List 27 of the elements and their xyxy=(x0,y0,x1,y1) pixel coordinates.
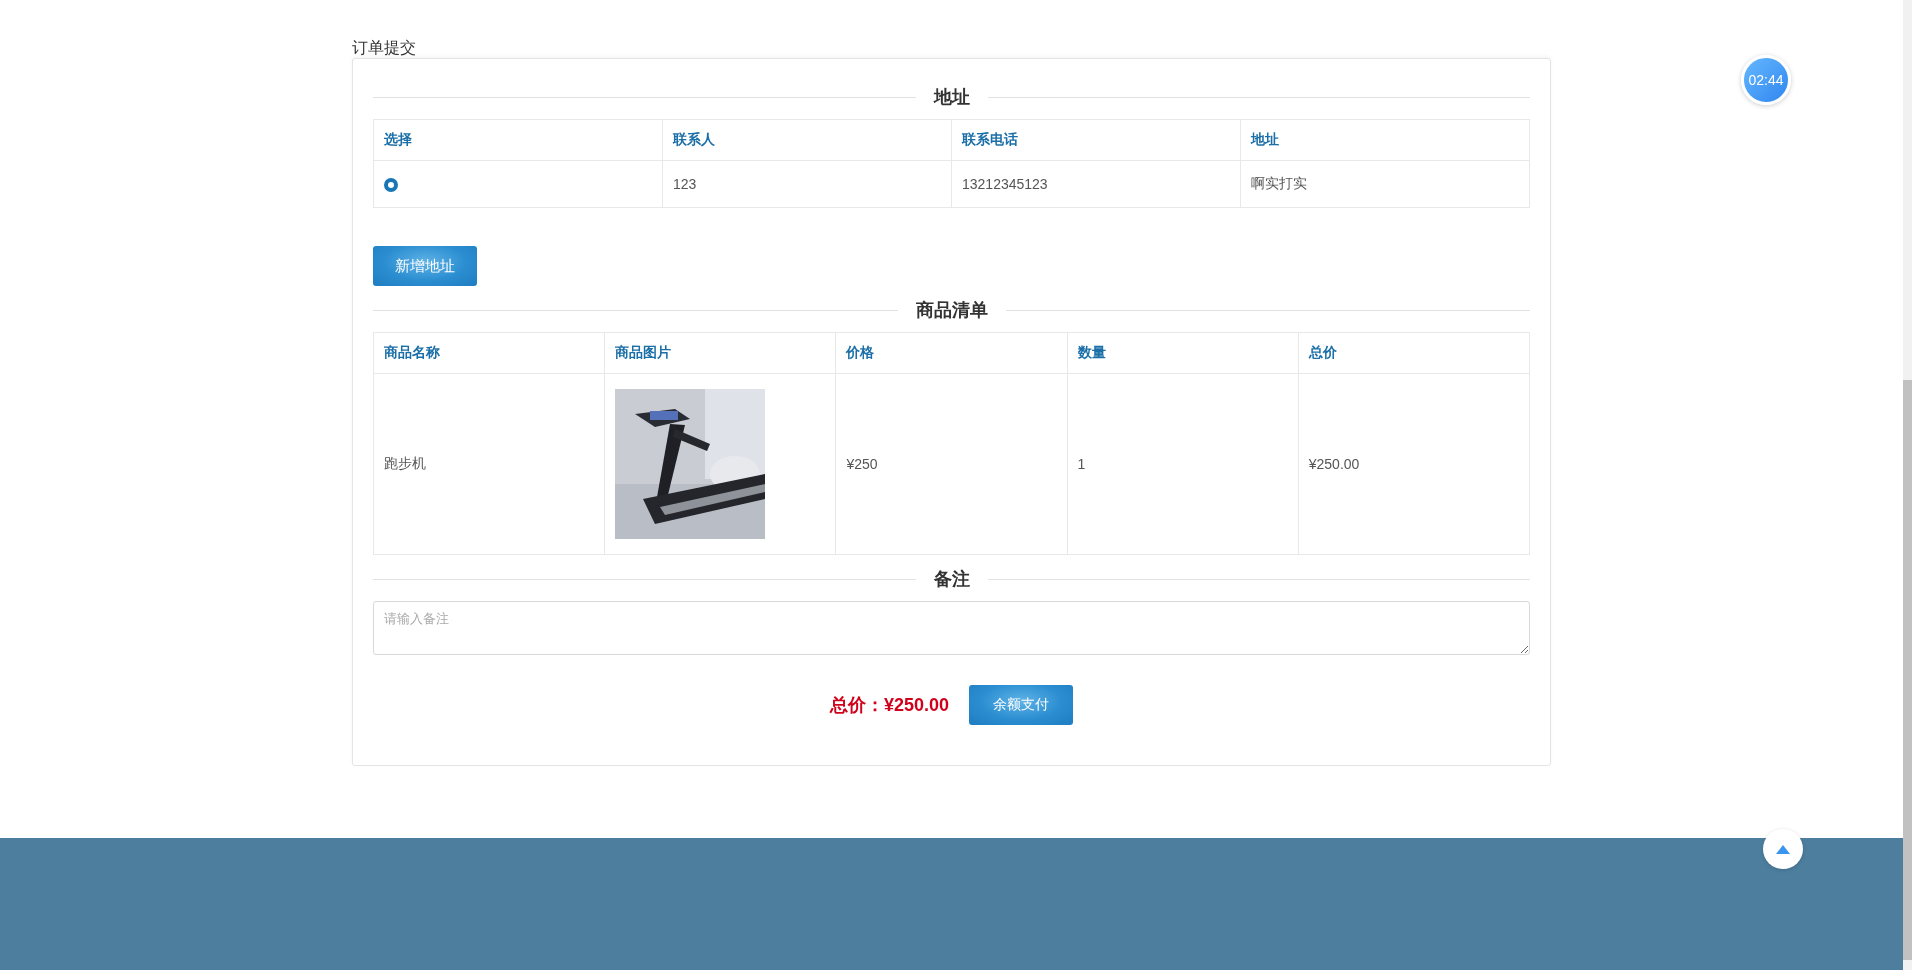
section-heading: 地址 xyxy=(933,86,970,109)
table-cell: 啊实打实 xyxy=(1240,160,1530,208)
scrollbar[interactable] xyxy=(1903,0,1912,970)
table-cell: ¥250.00 xyxy=(1298,373,1530,555)
section-heading: 商品清单 xyxy=(915,299,988,322)
add-address-button[interactable]: 新增地址 xyxy=(373,246,477,286)
column-header: 数量 xyxy=(1067,332,1299,374)
pay-button[interactable]: 余额支付 xyxy=(969,685,1074,725)
column-header: 联系电话 xyxy=(951,119,1241,161)
table-cell: 1 xyxy=(1067,373,1299,555)
table-cell: ¥250 xyxy=(835,373,1068,555)
radio-button[interactable] xyxy=(384,178,398,193)
column-header: 价格 xyxy=(835,332,1068,374)
total-price: 总价：¥250.00 xyxy=(829,694,950,717)
note-field[interactable]: 请输入备注 xyxy=(373,601,1530,655)
column-header: 地址 xyxy=(1240,119,1530,161)
page-title: 订单提交 xyxy=(352,38,417,58)
column-header: 商品图片 xyxy=(604,332,836,374)
column-header: 总价 xyxy=(1298,332,1530,374)
column-header: 选择 xyxy=(373,119,663,161)
column-header: 商品名称 xyxy=(373,332,605,374)
triangle-up-icon xyxy=(1776,844,1790,854)
table-cell: 13212345123 xyxy=(951,160,1241,208)
column-header: 联系人 xyxy=(662,119,952,161)
section-heading: 备注 xyxy=(933,568,970,591)
table-cell: 跑步机 xyxy=(373,373,605,555)
table-cell: 123 xyxy=(662,160,952,208)
